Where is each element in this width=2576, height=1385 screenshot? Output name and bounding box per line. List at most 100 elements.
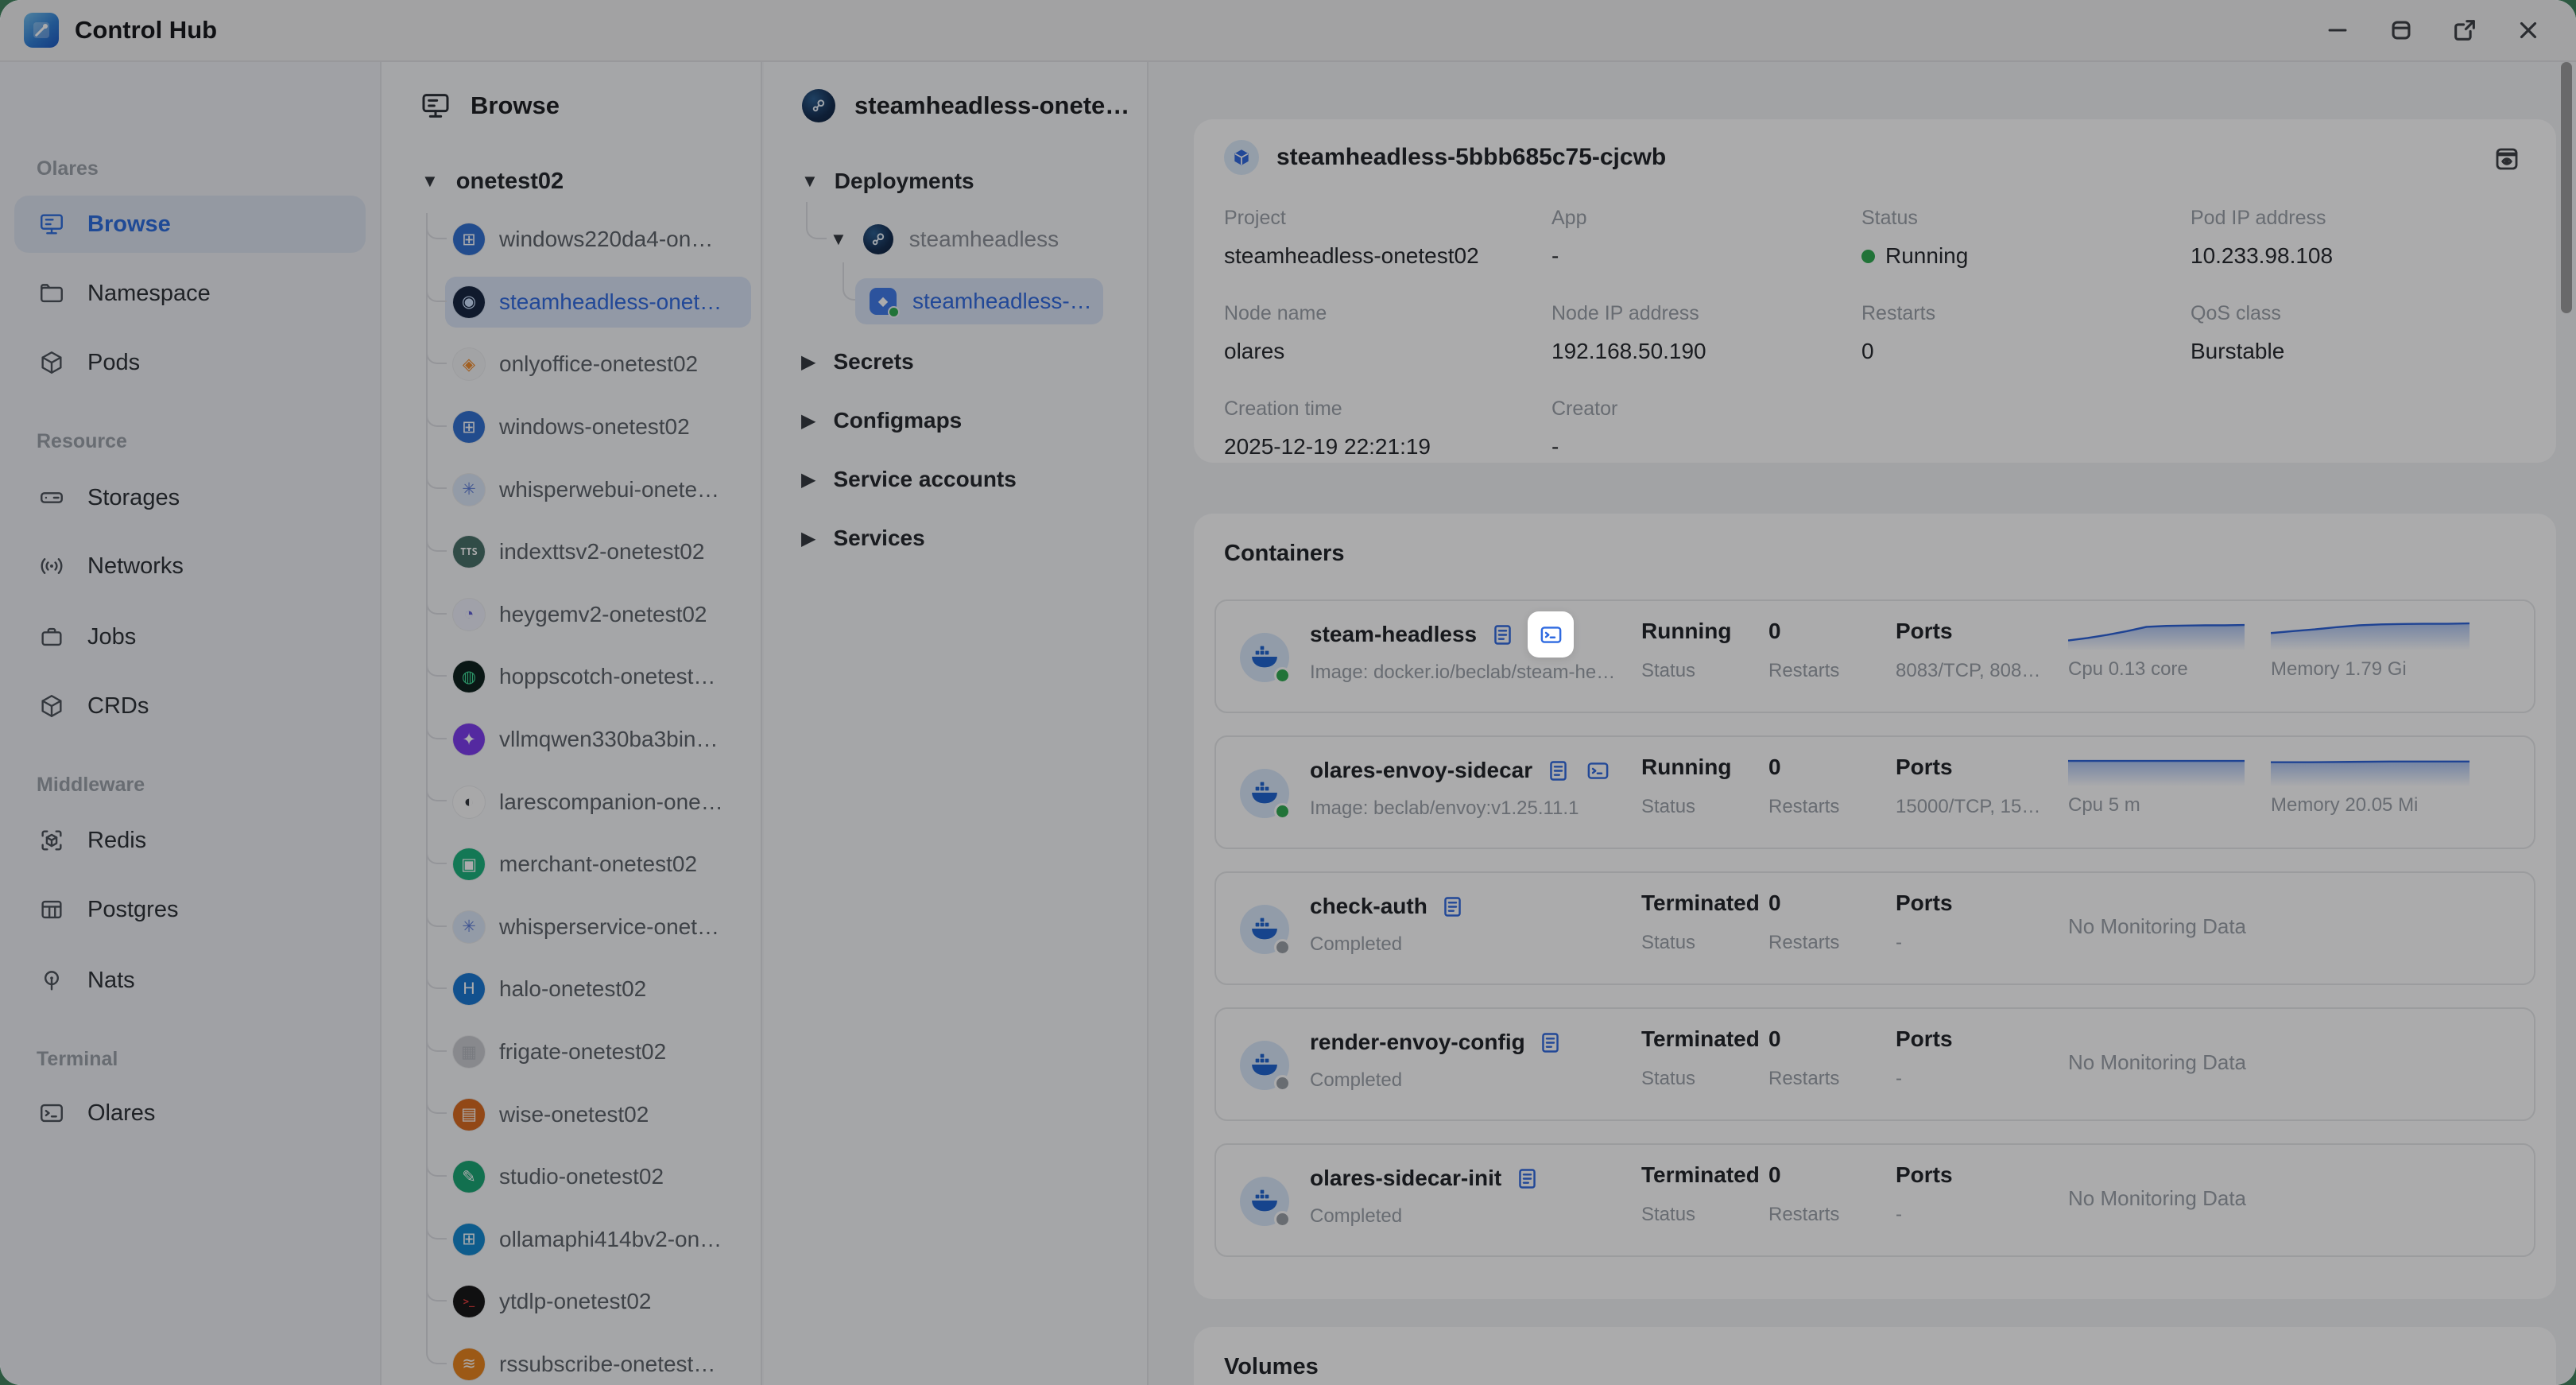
- container-row[interactable]: olares-envoy-sidecar Image: beclab/envoy…: [1214, 735, 2535, 849]
- app-tree-item[interactable]: ⊞ ollamaphi414bv2-on…: [382, 1208, 761, 1271]
- app-tree-item[interactable]: ◔ heygemv2-onetest02: [382, 584, 761, 646]
- container-row[interactable]: check-auth Completed Terminated Status: [1214, 871, 2535, 985]
- sidebar-item-olares-terminal[interactable]: Olares: [14, 1084, 366, 1142]
- tree-connector: [426, 1090, 447, 1114]
- sidebar-item-nats[interactable]: Nats: [14, 952, 366, 1009]
- tree-section[interactable]: ▶ Service accounts: [764, 450, 1147, 509]
- container-logs-icon[interactable]: [1488, 620, 1517, 649]
- maximize-icon[interactable]: [2385, 14, 2417, 46]
- pod-header: steamheadless-5bbb685c75-cjcwb: [1224, 140, 1666, 175]
- app-tree-item[interactable]: ✎ studio-onetest02: [382, 1146, 761, 1208]
- tree-connector: [426, 1153, 447, 1177]
- app-tree-item[interactable]: ⊞ windows220da4-on…: [382, 208, 761, 271]
- redis-cube-brackets-icon: [38, 827, 65, 854]
- containers-heading: Containers: [1224, 541, 1344, 567]
- content-scrollbar[interactable]: [2561, 62, 2572, 313]
- app-tree-item[interactable]: H halo-onetest02: [382, 958, 761, 1021]
- app-label: steamheadless-onet…: [499, 289, 754, 315]
- sidebar-item-storages[interactable]: Storages: [14, 469, 366, 526]
- field-label: Pod IP address: [2191, 207, 2532, 230]
- container-logs-icon[interactable]: [1544, 756, 1572, 785]
- sidebar-item-postgres[interactable]: Postgres: [14, 881, 366, 938]
- tree-deployments[interactable]: ▼ Deployments: [801, 159, 974, 204]
- tree-section[interactable]: ▶ Services: [764, 509, 1147, 568]
- container-row[interactable]: steam-headless Image: docker.io/beclab/s…: [1214, 599, 2535, 713]
- tree-section[interactable]: ▶ Configmaps: [764, 391, 1147, 450]
- app-tree-item[interactable]: ◐ larescompanion-one…: [382, 770, 761, 833]
- container-image: Image: beclab/envoy:v1.25.11.1: [1310, 797, 1579, 820]
- chevron-down-icon: ▼: [801, 171, 819, 192]
- app-tree-item[interactable]: ✦ vllmqwen330ba3bin…: [382, 708, 761, 771]
- ports-label: Ports: [1896, 619, 2040, 644]
- app-tree-item[interactable]: TTS indexttsv2-onetest02: [382, 521, 761, 584]
- storage-drive-icon: [38, 484, 65, 511]
- app-tree-item[interactable]: ▦ frigate-onetest02: [382, 1021, 761, 1084]
- container-logs-icon[interactable]: [1513, 1164, 1541, 1193]
- tree-root-onetest02[interactable]: ▼ onetest02: [421, 161, 564, 202]
- tree-deployment-steamheadless[interactable]: ▼ steamheadless: [830, 217, 1059, 262]
- app-tree-item[interactable]: ◉ steamheadless-onet…: [382, 271, 761, 334]
- sidebar-item-networks[interactable]: Networks: [14, 537, 366, 595]
- app-icon: ✦: [453, 724, 485, 755]
- sidebar-item-jobs[interactable]: Jobs: [14, 608, 366, 665]
- app-tree-item[interactable]: ◍ hoppscotch-onetest…: [382, 646, 761, 708]
- tree-connector: [426, 1278, 447, 1302]
- app-tree-item[interactable]: ✳ whisperservice-onet…: [382, 896, 761, 959]
- app-label: heygemv2-onetest02: [499, 602, 754, 627]
- container-row[interactable]: render-envoy-config Completed Terminated: [1214, 1007, 2535, 1121]
- app-label: larescompanion-one…: [499, 789, 754, 815]
- sidebar-item-namespace[interactable]: Namespace: [14, 265, 366, 322]
- container-name: olares-envoy-sidecar: [1310, 758, 1532, 783]
- app-tree-item[interactable]: ▣ merchant-onetest02: [382, 833, 761, 896]
- app-label: hoppscotch-onetest…: [499, 664, 754, 689]
- sidebar-item-browse[interactable]: Browse: [14, 196, 366, 253]
- tree-connector: [426, 215, 447, 239]
- container-name: steam-headless: [1310, 622, 1477, 647]
- app-tree-item[interactable]: ◈ onlyoffice-onetest02: [382, 333, 761, 396]
- tree-connector: [426, 903, 447, 927]
- field-value-text: 0: [1861, 339, 1874, 364]
- app-tree-item[interactable]: ▤ wise-onetest02: [382, 1083, 761, 1146]
- memory-label: Memory 20.05 Mi: [2271, 794, 2469, 817]
- container-logs-icon[interactable]: [1439, 892, 1467, 921]
- sidebar-item-label: Olares: [87, 1100, 155, 1127]
- app-icon: H: [453, 973, 485, 1005]
- container-logs-icon[interactable]: [1536, 1028, 1565, 1057]
- container-terminal-icon[interactable]: [1583, 756, 1612, 785]
- tree-section[interactable]: ▶ Secrets: [764, 332, 1147, 391]
- sidebar-item-redis[interactable]: Redis: [14, 812, 366, 869]
- inspect-yaml-eye-icon[interactable]: [2489, 142, 2524, 177]
- pod-field: Node name olares: [1224, 302, 1551, 364]
- container-terminal-icon[interactable]: [1528, 611, 1574, 658]
- container-restarts: 0 Restarts: [1768, 890, 1839, 954]
- sidebar: Olares Browse Namespace Pods Resource St…: [0, 62, 382, 1385]
- app-label: merchant-onetest02: [499, 852, 754, 877]
- app-tree-item[interactable]: ✳ whisperwebui-onete…: [382, 458, 761, 521]
- resource-sections: ▶ Secrets ▶ Configmaps ▶ Service account…: [764, 332, 1147, 568]
- app-tree-item[interactable]: >_ ytdlp-onetest02: [382, 1271, 761, 1333]
- ports-label: Ports: [1896, 1162, 1953, 1188]
- browse-icon: [420, 90, 451, 122]
- container-header: steam-headless: [1310, 617, 1574, 652]
- app-label: ollamaphi414bv2-on…: [499, 1227, 754, 1252]
- ports-label: Ports: [1896, 1026, 1953, 1052]
- minimize-icon[interactable]: [2322, 14, 2353, 46]
- open-external-icon[interactable]: [2449, 14, 2481, 46]
- app-tree-item[interactable]: ⊞ windows-onetest02: [382, 396, 761, 459]
- sidebar-item-crds[interactable]: CRDs: [14, 677, 366, 735]
- container-row[interactable]: olares-sidecar-init Completed Terminated: [1214, 1143, 2535, 1257]
- restarts-label: Restarts: [1768, 796, 1839, 818]
- field-value-text: olares: [1224, 339, 1284, 364]
- field-value: 0: [1861, 339, 2191, 364]
- window-controls: [2322, 14, 2544, 46]
- app-tree-item[interactable]: ≋ rssubscribe-onetest…: [382, 1333, 761, 1385]
- tree-pod-selected[interactable]: ◆ steamheadless-5…: [855, 278, 1103, 324]
- app-icon: >_: [453, 1286, 485, 1317]
- field-value-text: -: [1551, 434, 1559, 460]
- container-image: Completed: [1310, 1205, 1402, 1228]
- sidebar-item-pods[interactable]: Pods: [14, 334, 366, 391]
- docker-icon: [1240, 769, 1289, 818]
- close-icon[interactable]: [2512, 14, 2544, 46]
- container-restarts: 0 Restarts: [1768, 1026, 1839, 1090]
- field-value-text: 2025-12-19 22:21:19: [1224, 434, 1431, 460]
